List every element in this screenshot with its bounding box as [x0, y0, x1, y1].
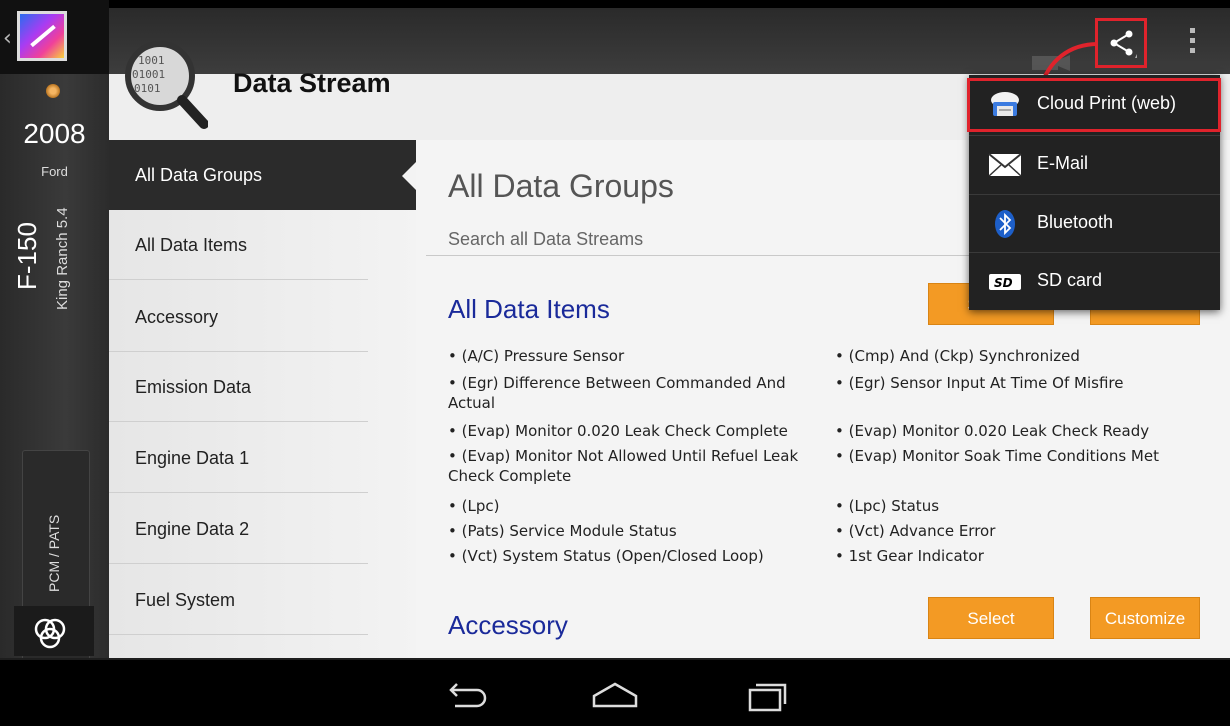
data-stream-magnifier-icon: 1001 01001 0101: [125, 41, 208, 129]
list-item: • (Evap) Monitor 0.020 Leak Check Comple…: [448, 422, 788, 440]
group-nav-list: All Data Groups All Data Items Accessory…: [109, 140, 416, 660]
section-title-accessory: Accessory: [448, 610, 568, 640]
envelope-icon: [988, 153, 1022, 177]
vehicle-trim: King Ranch 5.4: [54, 207, 71, 310]
home-icon[interactable]: [588, 676, 642, 716]
svg-text:01001: 01001: [132, 68, 165, 81]
menu-label: Bluetooth: [1037, 212, 1114, 232]
svg-text:1001: 1001: [138, 54, 165, 67]
menu-item-email[interactable]: E-Mail: [969, 136, 1220, 194]
list-item: • (Lpc): [448, 497, 500, 515]
back-icon[interactable]: [437, 676, 491, 716]
app-launcher-icon[interactable]: [17, 11, 67, 61]
nav-item-all-data-groups[interactable]: All Data Groups: [109, 140, 416, 210]
menu-label: E-Mail: [1037, 153, 1089, 173]
select-button[interactable]: Select: [928, 597, 1054, 639]
overflow-menu-button[interactable]: [1178, 24, 1208, 64]
vehicle-rail: ‹ 2008 Ford F-150 King Ranch 5.4 PCM / P…: [0, 0, 109, 660]
list-item: • (Evap) Monitor 0.020 Leak Check Ready: [835, 422, 1150, 440]
menu-item-bluetooth[interactable]: Bluetooth: [969, 195, 1220, 253]
vehicle-year: 2008: [23, 118, 86, 149]
list-item: • (Egr) Sensor Input At Time Of Misfire: [835, 374, 1124, 392]
page-title: Data Stream: [233, 68, 391, 98]
nav-item-emission-data[interactable]: Emission Data: [109, 352, 416, 422]
back-chevron-icon[interactable]: ‹: [3, 28, 12, 50]
search-input[interactable]: [426, 224, 986, 256]
panel-title: All Data Groups: [448, 168, 674, 204]
list-item: • (Pats) Service Module Status: [448, 522, 677, 540]
sd-card-icon: SD: [989, 274, 1021, 290]
vehicle-model: F-150: [12, 222, 42, 290]
list-item: • (Vct) System Status (Open/Closed Loop): [448, 547, 764, 565]
nav-item-all-data-items[interactable]: All Data Items: [109, 210, 416, 280]
svg-text:SD: SD: [994, 276, 1013, 290]
vehicle-status-dot-icon: [46, 84, 60, 98]
recent-apps-icon[interactable]: [740, 676, 794, 716]
rings-icon: [34, 618, 66, 649]
module-label: PCM / PATS: [46, 514, 62, 592]
vehicle-make: Ford: [41, 164, 68, 179]
nav-item-fuel-system[interactable]: Fuel System: [109, 565, 416, 635]
list-item: • (Evap) Monitor Not Allowed Until Refue…: [448, 447, 799, 485]
list-item: • (Lpc) Status: [835, 497, 940, 515]
status-strip: [109, 0, 1230, 8]
nav-item-accessory[interactable]: Accessory: [109, 282, 416, 352]
nav-item-engine-data-2[interactable]: Engine Data 2: [109, 494, 416, 564]
annotation-highlight-box: [967, 78, 1221, 132]
nav-selection-pointer: [402, 161, 417, 191]
list-item: • (Cmp) And (Ckp) Synchronized: [835, 347, 1080, 365]
menu-item-sd-card[interactable]: SD SD card: [969, 253, 1220, 311]
list-item: • (Evap) Monitor Soak Time Conditions Me…: [835, 447, 1159, 465]
list-item: • (A/C) Pressure Sensor: [448, 347, 625, 365]
bluetooth-icon: [995, 210, 1015, 238]
menu-label: SD card: [1037, 270, 1103, 290]
section-title-all-data-items: All Data Items: [448, 294, 610, 324]
list-item: • (Vct) Advance Error: [835, 522, 996, 540]
list-item: • 1st Gear Indicator: [835, 547, 984, 565]
nav-item-engine-data-1[interactable]: Engine Data 1: [109, 423, 416, 493]
list-item: • (Egr) Difference Between Commanded And…: [448, 374, 786, 412]
customize-button[interactable]: Customize: [1090, 597, 1200, 639]
svg-text:0101: 0101: [134, 82, 161, 95]
